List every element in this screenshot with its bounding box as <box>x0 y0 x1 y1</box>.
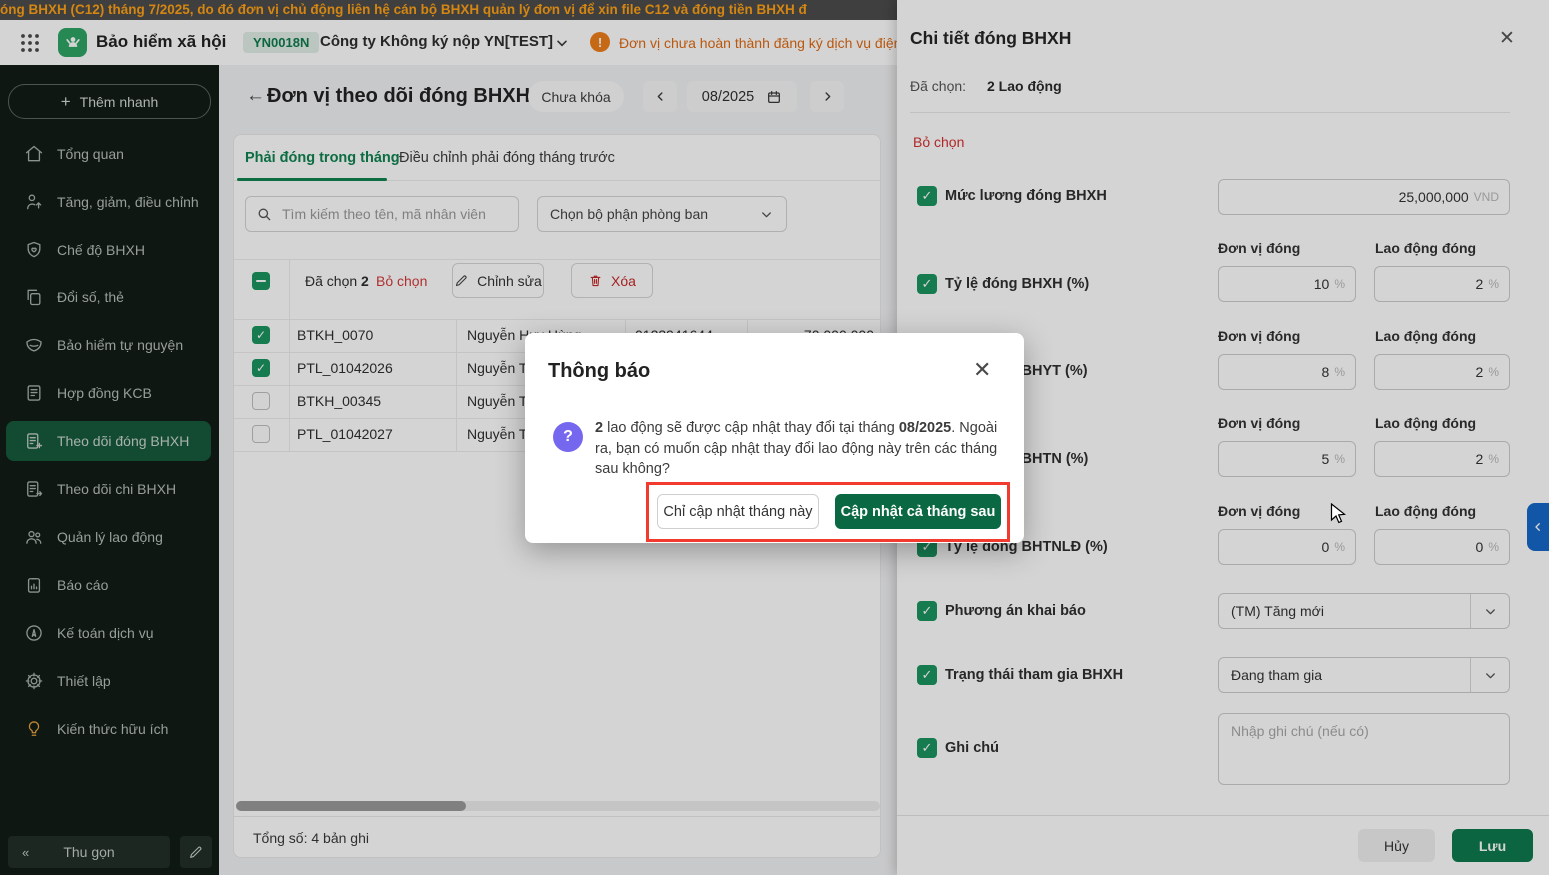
app-screen: óng BHXH (C12) tháng 7/2025, do đó đơn v… <box>0 0 1549 875</box>
mouse-cursor <box>1330 503 1346 525</box>
modal-title: Thông báo <box>548 360 651 382</box>
modal-message-month: 08/2025 <box>898 420 952 436</box>
modal-message-part1: lao động sẽ được cập nhật thay đổi tại t… <box>603 420 899 436</box>
modal-message-count: 2 <box>595 420 604 436</box>
annotation-highlight-box <box>646 482 1010 542</box>
modal-close-icon[interactable]: ✕ <box>973 359 991 381</box>
question-icon: ? <box>553 422 583 452</box>
modal-message: 2 lao động sẽ được cập nhật thay đổi tại… <box>595 418 1005 480</box>
